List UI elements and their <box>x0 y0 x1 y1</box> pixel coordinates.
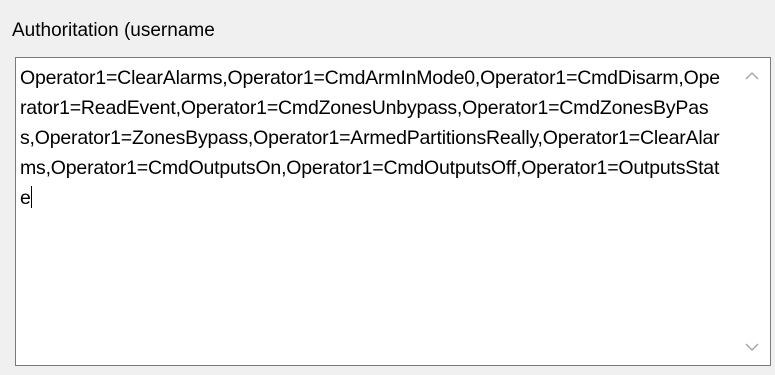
chevron-down-icon <box>745 343 759 351</box>
vertical-scrollbar[interactable] <box>734 58 770 365</box>
authorization-label: Authoritation (username <box>12 20 215 41</box>
textarea-value: Operator1=ClearAlarms,Operator1=CmdArmIn… <box>20 67 720 209</box>
scroll-track[interactable] <box>734 94 770 329</box>
chevron-up-icon <box>745 72 759 80</box>
scroll-down-button[interactable] <box>734 329 770 365</box>
text-caret <box>30 186 32 208</box>
authorization-textarea[interactable]: Operator1=ClearAlarms,Operator1=CmdArmIn… <box>15 57 771 366</box>
scroll-up-button[interactable] <box>734 58 770 94</box>
textarea-text-wrapper[interactable]: Operator1=ClearAlarms,Operator1=CmdArmIn… <box>20 63 720 213</box>
